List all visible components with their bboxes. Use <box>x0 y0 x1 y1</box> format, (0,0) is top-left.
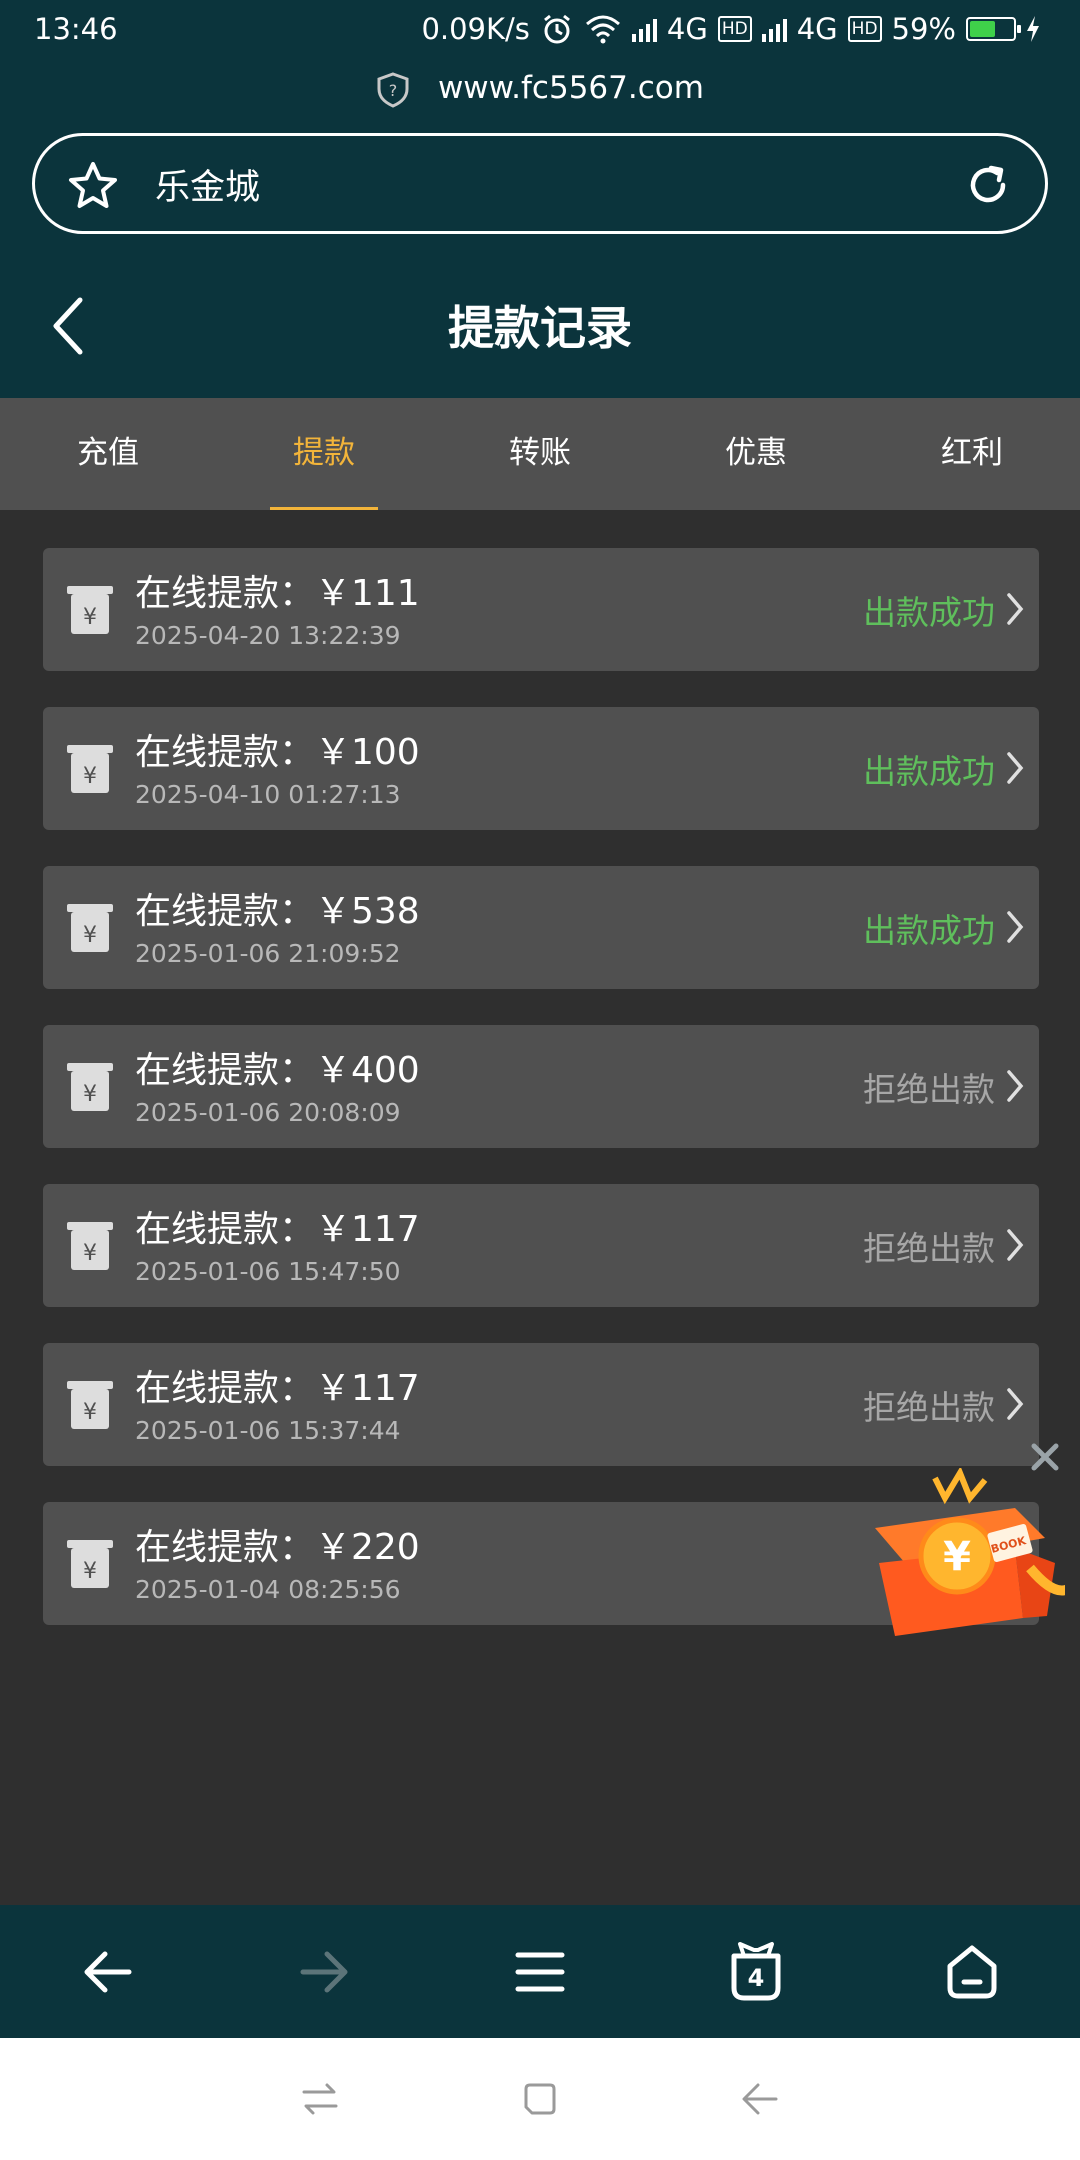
hamburger-menu-icon <box>515 1952 565 1991</box>
record-row[interactable]: ¥ 在线提款：￥538 2025-01-06 21:09:52 出款成功 <box>43 866 1039 989</box>
nav-tabs-button[interactable]: 4 <box>696 1922 816 2022</box>
wifi-icon <box>585 15 620 44</box>
network-speed: 0.09K/s <box>421 12 530 46</box>
withdraw-receipt-icon: ¥ <box>67 904 113 952</box>
nav-home-button[interactable] <box>912 1922 1032 2022</box>
charging-icon <box>1027 16 1039 42</box>
chevron-right-icon <box>1007 1070 1024 1102</box>
arrow-left-icon <box>84 1951 132 1992</box>
record-time: 2025-01-06 20:08:09 <box>135 1098 401 1127</box>
promo-gift-widget[interactable]: ¥ BOOK <box>865 1440 1080 1650</box>
nav-back-button[interactable] <box>48 1922 168 2022</box>
chevron-right-icon <box>1007 911 1024 943</box>
svg-text:¥: ¥ <box>83 764 97 789</box>
network-type-2: 4G <box>796 12 838 46</box>
record-status: 出款成功 <box>863 593 995 632</box>
record-time: 2025-01-06 15:37:44 <box>135 1416 401 1445</box>
withdraw-receipt-icon: ¥ <box>67 1063 113 1111</box>
page-title: 提款记录 <box>448 301 632 355</box>
home-square-icon[interactable] <box>520 2079 560 2119</box>
record-tabs: 充值 提款 转账 优惠 红利 <box>0 398 1080 510</box>
record-status: 拒绝出款 <box>863 1070 995 1109</box>
record-title: 在线提款：￥220 <box>135 1527 420 1568</box>
arrow-right-icon <box>300 1951 348 1992</box>
network-type-1: 4G <box>666 12 708 46</box>
svg-text:?: ? <box>389 81 398 100</box>
url-text: www.fc5567.com <box>437 70 704 106</box>
record-status: 拒绝出款 <box>863 1229 995 1268</box>
chevron-right-icon <box>1007 752 1024 784</box>
svg-text:¥: ¥ <box>83 1241 97 1266</box>
withdraw-receipt-icon: ¥ <box>67 745 113 793</box>
svg-text:¥: ¥ <box>83 1559 97 1584</box>
tab-count: 4 <box>748 1964 765 1992</box>
address-bar[interactable]: 乐金城 <box>32 133 1048 234</box>
tab-withdraw[interactable]: 提款 <box>216 398 432 510</box>
record-title: 在线提款：￥117 <box>135 1368 420 1409</box>
system-nav-bar <box>0 2038 1080 2160</box>
shield-icon: ? <box>377 71 409 108</box>
record-time: 2025-01-06 21:09:52 <box>135 939 401 968</box>
system-back-icon[interactable] <box>740 2079 780 2119</box>
tab-transfer[interactable]: 转账 <box>432 398 648 510</box>
record-time: 2025-04-10 01:27:13 <box>135 780 401 809</box>
browser-top-bar: 13:46 0.09K/s 4G HD 4G HD 59% ? www.fc55… <box>0 0 1080 398</box>
record-row[interactable]: ¥ 在线提款：￥117 2025-01-06 15:47:50 拒绝出款 <box>43 1184 1039 1307</box>
record-title: 在线提款：￥111 <box>135 573 420 614</box>
svg-text:¥: ¥ <box>83 1082 97 1107</box>
record-title: 在线提款：￥538 <box>135 891 420 932</box>
battery-percent: 59% <box>891 12 956 46</box>
record-row[interactable]: ¥ 在线提款：￥400 2025-01-06 20:08:09 拒绝出款 <box>43 1025 1039 1148</box>
record-title: 在线提款：￥117 <box>135 1209 420 1250</box>
withdraw-receipt-icon: ¥ <box>67 1222 113 1270</box>
tabs-icon: 4 <box>731 1941 781 2000</box>
switch-apps-icon[interactable] <box>300 2079 340 2119</box>
withdraw-receipt-icon: ¥ <box>67 1540 113 1588</box>
home-icon <box>947 1945 997 1998</box>
nav-menu-button[interactable] <box>480 1922 600 2022</box>
chevron-right-icon <box>1007 593 1024 625</box>
svg-text:¥: ¥ <box>83 923 97 948</box>
status-indicators: 0.09K/s 4G HD 4G HD 59% <box>421 12 1040 46</box>
record-time: 2025-01-04 08:25:56 <box>135 1575 401 1604</box>
reload-icon[interactable] <box>963 160 1013 210</box>
record-time: 2025-01-06 15:47:50 <box>135 1257 401 1286</box>
site-title: 乐金城 <box>155 168 261 208</box>
record-status: 出款成功 <box>863 911 995 950</box>
record-row[interactable]: ¥ 在线提款：￥111 2025-04-20 13:22:39 出款成功 <box>43 548 1039 671</box>
record-title: 在线提款：￥100 <box>135 732 420 773</box>
alarm-icon <box>543 14 570 44</box>
svg-text:¥: ¥ <box>83 1400 97 1425</box>
chevron-right-icon <box>1007 1388 1024 1420</box>
star-icon[interactable] <box>67 160 119 212</box>
tab-bonus[interactable]: 红利 <box>864 398 1080 510</box>
hd-badge: HD <box>717 16 752 42</box>
tab-deposit[interactable]: 充值 <box>0 398 216 510</box>
withdraw-receipt-icon: ¥ <box>67 1381 113 1429</box>
page-header: 提款记录 <box>0 270 1080 380</box>
record-status: 拒绝出款 <box>863 1388 995 1427</box>
chevron-right-icon <box>1007 1229 1024 1261</box>
url-display[interactable]: ? www.fc5567.com <box>0 70 1080 108</box>
battery-icon <box>966 17 1021 41</box>
svg-text:¥: ¥ <box>83 605 97 630</box>
signal-icon-2 <box>761 16 787 42</box>
promo-coin-symbol: ¥ <box>943 1534 971 1580</box>
gift-box-icon: ¥ BOOK <box>875 1468 1065 1636</box>
record-time: 2025-04-20 13:22:39 <box>135 621 401 650</box>
status-bar: 13:46 0.09K/s 4G HD 4G HD 59% <box>0 0 1080 60</box>
browser-bottom-nav: 4 <box>0 1905 1080 2038</box>
record-row[interactable]: ¥ 在线提款：￥100 2025-04-10 01:27:13 出款成功 <box>43 707 1039 830</box>
tab-promotion[interactable]: 优惠 <box>648 398 864 510</box>
withdraw-receipt-icon: ¥ <box>67 586 113 634</box>
hd-badge-2: HD <box>847 16 882 42</box>
record-status: 出款成功 <box>863 752 995 791</box>
status-time: 13:46 <box>34 12 118 46</box>
nav-forward-button[interactable] <box>264 1922 384 2022</box>
signal-icon <box>631 16 657 42</box>
record-title: 在线提款：￥400 <box>135 1050 420 1091</box>
